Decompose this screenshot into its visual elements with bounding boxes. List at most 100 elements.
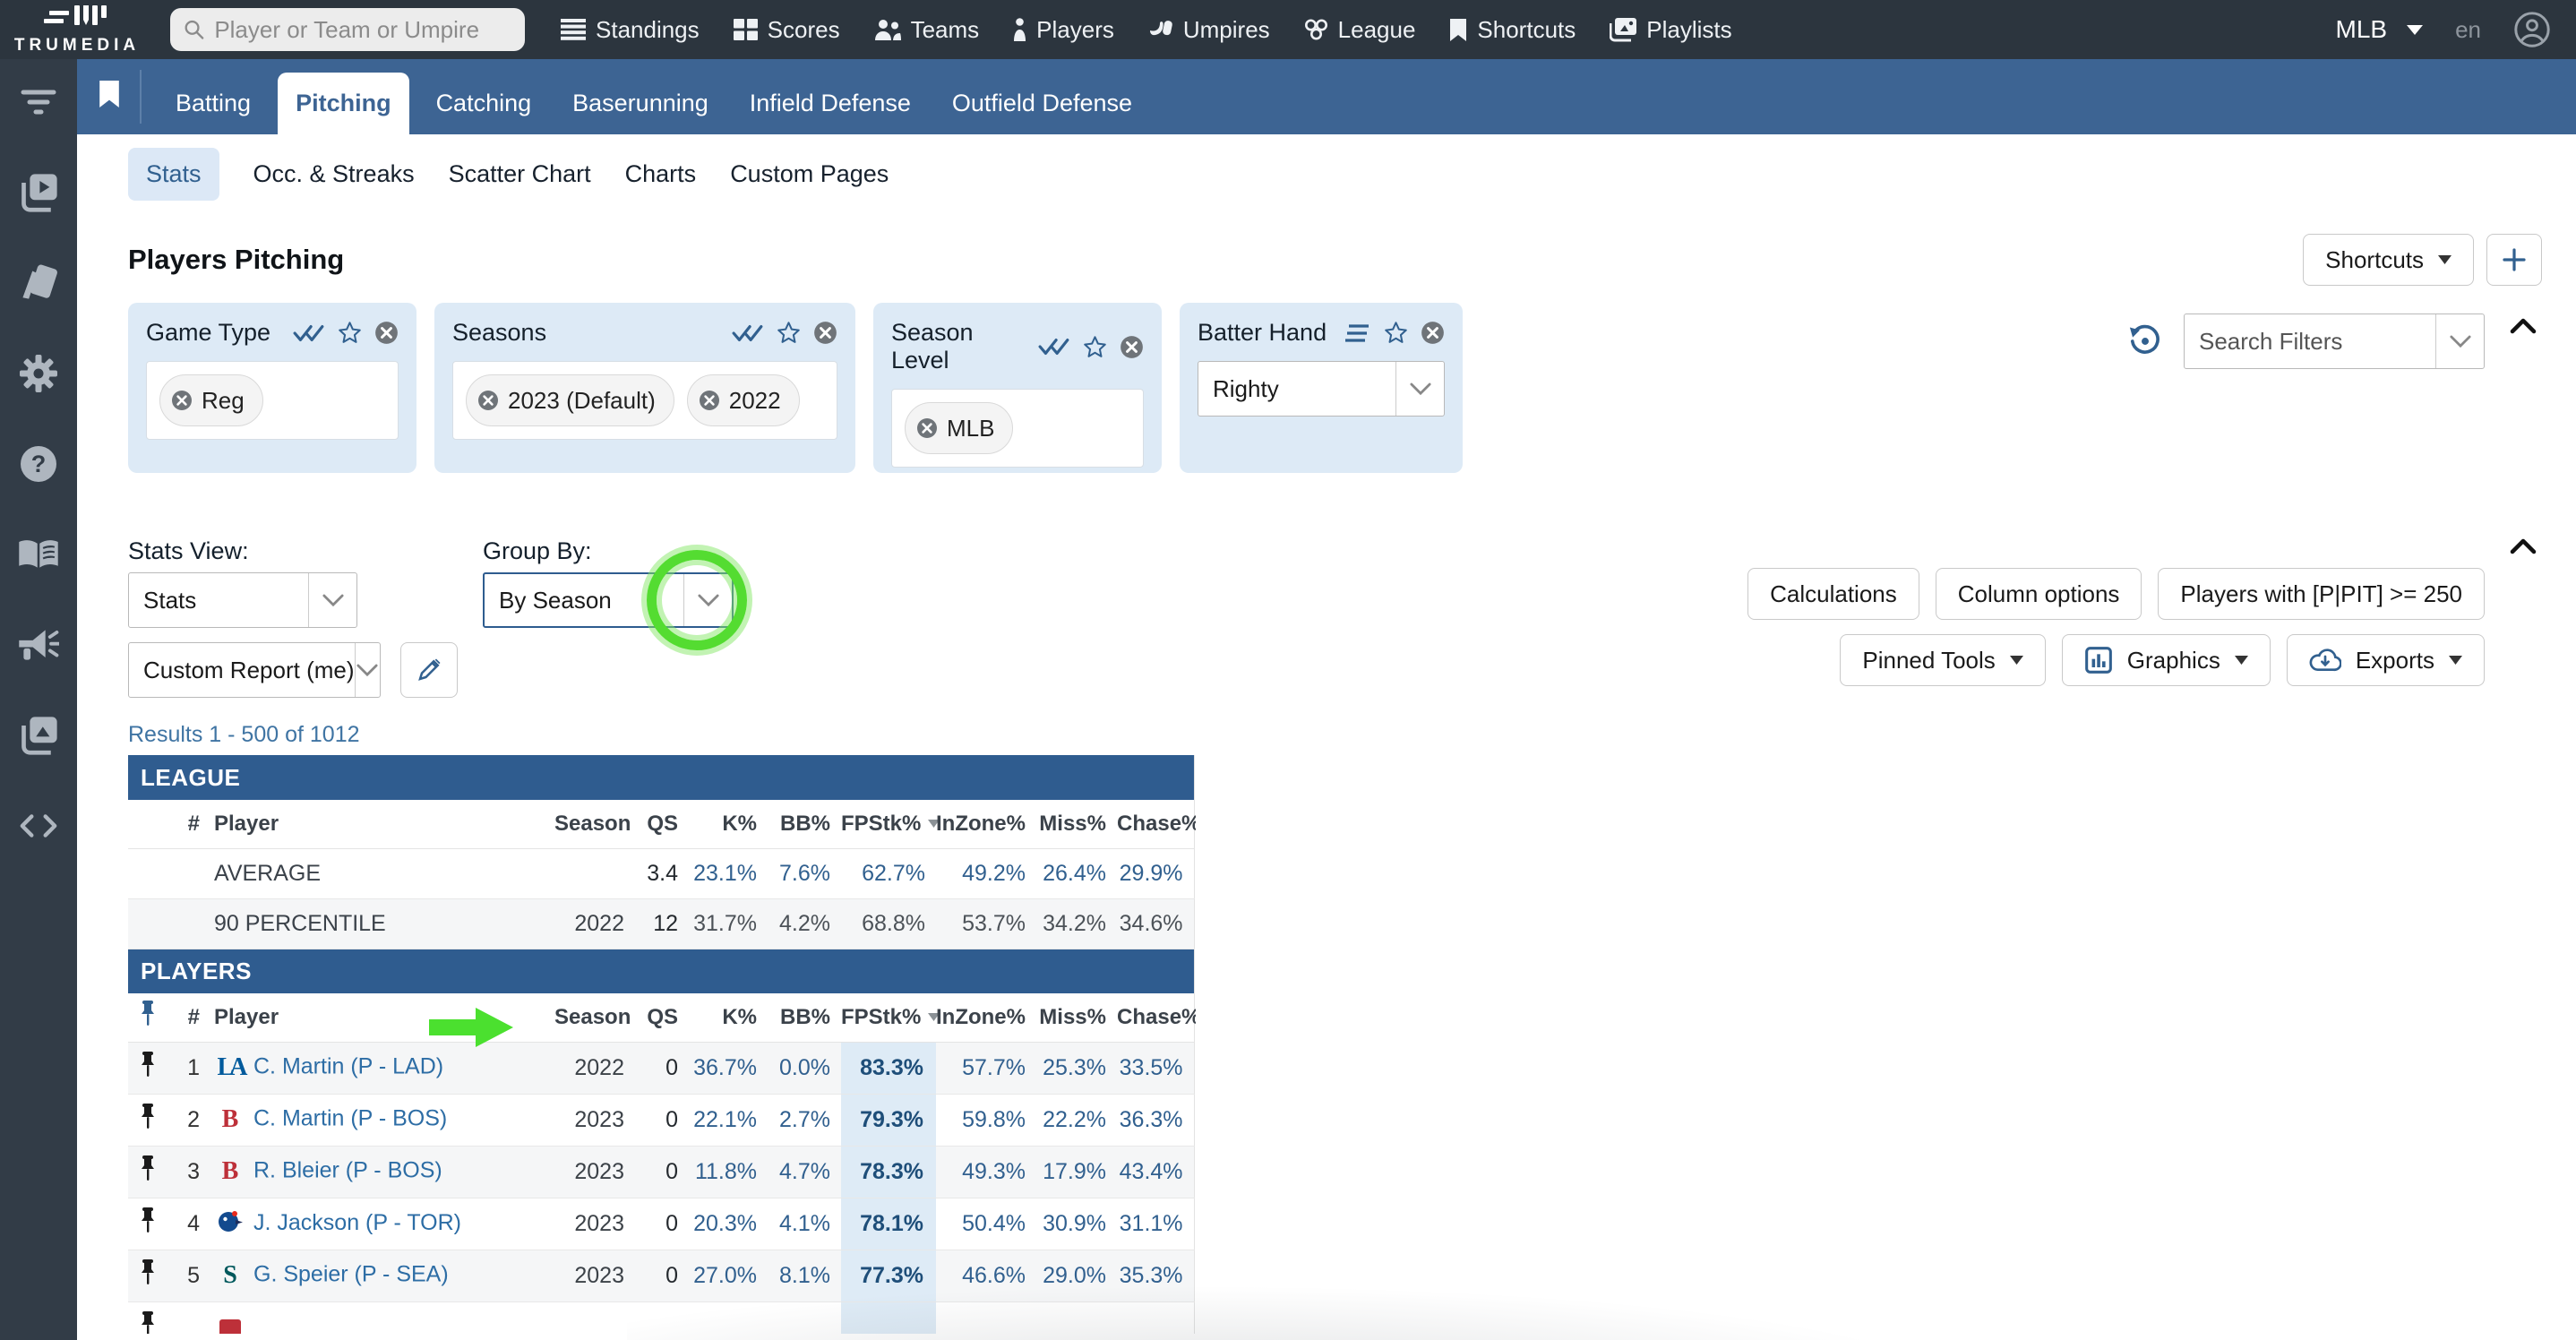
pin-icon[interactable] bbox=[128, 1301, 167, 1334]
graphics-dropdown[interactable]: Graphics bbox=[2062, 634, 2271, 686]
col-player[interactable]: Player bbox=[205, 993, 554, 1042]
tab-custom-pages[interactable]: Custom Pages bbox=[730, 160, 889, 188]
megaphone-icon[interactable] bbox=[18, 625, 59, 665]
col-number[interactable]: # bbox=[167, 800, 205, 848]
remove-filter-icon[interactable] bbox=[1421, 321, 1445, 345]
nav-shortcuts[interactable]: Shortcuts bbox=[1449, 16, 1576, 44]
tab-scatter-chart[interactable]: Scatter Chart bbox=[449, 160, 591, 188]
col-fpstk-pct[interactable]: FPStk% bbox=[841, 993, 936, 1042]
tab-charts[interactable]: Charts bbox=[625, 160, 697, 188]
col-inzone-pct[interactable]: InZone% bbox=[936, 800, 1036, 848]
group-by-select[interactable]: By Season bbox=[483, 572, 734, 628]
chip-remove-icon[interactable] bbox=[916, 417, 938, 439]
global-search[interactable] bbox=[170, 8, 525, 51]
star-icon[interactable] bbox=[1384, 321, 1408, 345]
nav-standings[interactable]: Standings bbox=[561, 16, 700, 44]
image-gallery-icon[interactable] bbox=[18, 716, 59, 755]
col-number[interactable]: # bbox=[167, 993, 205, 1042]
search-input[interactable] bbox=[214, 16, 512, 44]
video-playlist-icon[interactable] bbox=[18, 173, 59, 212]
tab-stats[interactable]: Stats bbox=[128, 148, 219, 201]
tab-occ-streaks[interactable]: Occ. & Streaks bbox=[253, 160, 415, 188]
pin-icon[interactable] bbox=[128, 1250, 167, 1301]
pin-icon[interactable] bbox=[128, 1042, 167, 1094]
nav-umpires[interactable]: Umpires bbox=[1148, 16, 1270, 44]
chip-remove-icon[interactable] bbox=[699, 390, 720, 411]
tab-infield-defense[interactable]: Infield Defense bbox=[735, 73, 925, 134]
pinned-tools-dropdown[interactable]: Pinned Tools bbox=[1840, 634, 2045, 686]
col-qs[interactable]: QS bbox=[637, 993, 689, 1042]
user-avatar-icon[interactable] bbox=[2513, 11, 2551, 48]
tab-pitching[interactable]: Pitching bbox=[278, 73, 409, 134]
players-filter-button[interactable]: Players with [P|PIT] >= 250 bbox=[2158, 568, 2485, 620]
collapse-filters-chevron[interactable] bbox=[2510, 317, 2537, 339]
edit-report-button[interactable] bbox=[400, 642, 458, 698]
star-icon[interactable] bbox=[338, 321, 362, 345]
nav-scores[interactable]: Scores bbox=[734, 16, 840, 44]
col-qs[interactable]: QS bbox=[637, 800, 689, 848]
col-inzone-pct[interactable]: InZone% bbox=[936, 993, 1036, 1042]
results-count[interactable]: Results 1 - 500 of 1012 bbox=[128, 721, 1196, 748]
tab-catching[interactable]: Catching bbox=[422, 73, 546, 134]
custom-report-select[interactable]: Custom Report (me) bbox=[128, 642, 381, 698]
player-link[interactable]: C. Martin (P - BOS) bbox=[253, 1106, 447, 1131]
col-chase-pct[interactable]: Chase% bbox=[1117, 993, 1194, 1042]
chip-remove-icon[interactable] bbox=[477, 390, 499, 411]
filter-chip[interactable]: 2022 bbox=[687, 374, 800, 426]
star-icon[interactable] bbox=[1083, 335, 1107, 359]
league-selector[interactable]: MLB bbox=[2336, 15, 2424, 44]
tab-outfield-defense[interactable]: Outfield Defense bbox=[938, 73, 1146, 134]
remove-filter-icon[interactable] bbox=[1120, 335, 1144, 359]
col-season[interactable]: Season bbox=[554, 800, 637, 848]
col-season[interactable]: Season bbox=[554, 993, 637, 1042]
player-link[interactable]: J. Jackson (P - TOR) bbox=[253, 1210, 461, 1235]
chip-remove-icon[interactable] bbox=[171, 390, 193, 411]
player-link[interactable]: C. Martin (P - LAD) bbox=[253, 1054, 443, 1079]
col-bb-pct[interactable]: BB% bbox=[768, 993, 841, 1042]
double-check-icon[interactable] bbox=[732, 323, 764, 343]
bookmark-icon[interactable] bbox=[99, 80, 120, 113]
col-miss-pct[interactable]: Miss% bbox=[1036, 993, 1117, 1042]
col-player[interactable]: Player bbox=[205, 800, 554, 848]
filter-chip[interactable]: Reg bbox=[159, 374, 263, 426]
nav-league[interactable]: League bbox=[1304, 16, 1416, 44]
col-miss-pct[interactable]: Miss% bbox=[1036, 800, 1117, 848]
remove-filter-icon[interactable] bbox=[374, 321, 399, 345]
history-icon[interactable] bbox=[2128, 324, 2162, 358]
gear-icon[interactable] bbox=[18, 354, 59, 393]
column-options-button[interactable]: Column options bbox=[1936, 568, 2142, 620]
trumedia-logo[interactable]: TRUMEDIA bbox=[0, 4, 154, 56]
search-filters-select[interactable]: Search Filters bbox=[2184, 314, 2485, 369]
filter-chip[interactable]: MLB bbox=[905, 402, 1013, 454]
tab-batting[interactable]: Batting bbox=[161, 73, 265, 134]
nav-players[interactable]: Players bbox=[1013, 16, 1114, 44]
col-chase-pct[interactable]: Chase% bbox=[1117, 800, 1194, 848]
calculations-button[interactable]: Calculations bbox=[1747, 568, 1919, 620]
help-icon[interactable]: ? bbox=[18, 444, 59, 484]
collapse-controls-chevron[interactable] bbox=[2510, 537, 2537, 559]
double-check-icon[interactable] bbox=[1038, 337, 1070, 356]
code-icon[interactable] bbox=[18, 806, 59, 846]
col-fpstk-pct[interactable]: FPStk% bbox=[841, 800, 936, 848]
player-link[interactable]: R. Bleier (P - BOS) bbox=[253, 1158, 442, 1183]
add-page-button[interactable] bbox=[2486, 234, 2542, 286]
col-k-pct[interactable]: K% bbox=[689, 993, 768, 1042]
pin-icon[interactable] bbox=[128, 1146, 167, 1198]
shortcuts-dropdown[interactable]: Shortcuts bbox=[2303, 234, 2474, 286]
nav-teams[interactable]: Teams bbox=[874, 16, 980, 44]
nav-playlists[interactable]: Playlists bbox=[1610, 16, 1731, 44]
stats-view-select[interactable]: Stats bbox=[128, 572, 357, 628]
double-check-icon[interactable] bbox=[293, 323, 325, 343]
filter-chip[interactable]: 2023 (Default) bbox=[466, 374, 674, 426]
pin-icon[interactable] bbox=[128, 1198, 167, 1250]
star-icon[interactable] bbox=[777, 321, 801, 345]
player-link[interactable]: G. Speier (P - SEA) bbox=[253, 1262, 449, 1287]
filter-icon[interactable] bbox=[18, 82, 59, 122]
tab-baserunning[interactable]: Baserunning bbox=[558, 73, 723, 134]
exports-dropdown[interactable]: Exports bbox=[2287, 634, 2485, 686]
book-icon[interactable] bbox=[18, 535, 59, 574]
cards-deck-icon[interactable] bbox=[18, 263, 59, 303]
list-lines-icon[interactable] bbox=[1344, 323, 1371, 343]
col-bb-pct[interactable]: BB% bbox=[768, 800, 841, 848]
language-label[interactable]: en bbox=[2455, 16, 2481, 44]
